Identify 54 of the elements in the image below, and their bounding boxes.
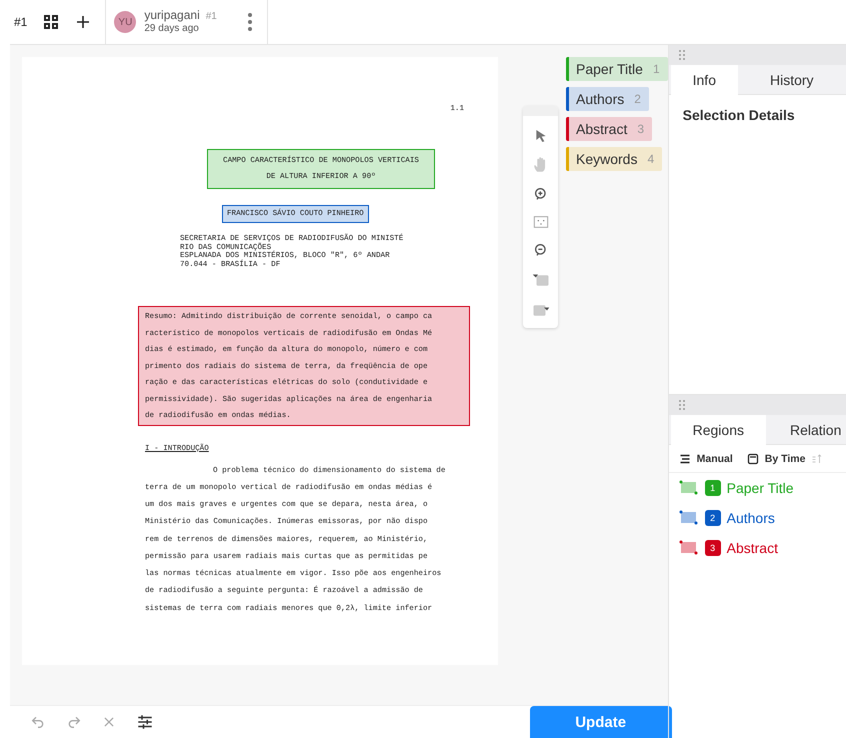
region-label: Paper Title: [726, 480, 794, 496]
region-label: Authors: [726, 510, 775, 526]
close-glyph: [102, 715, 116, 729]
kebab-glyph: [246, 12, 253, 32]
region-item[interactable]: 3 Abstract: [678, 539, 846, 557]
region-number: 1: [704, 480, 721, 496]
zoom-out-icon[interactable]: [532, 242, 548, 258]
section-heading: Selection Details: [682, 107, 796, 123]
list-icon: [678, 452, 691, 464]
label-chip[interactable]: Paper Title 1: [566, 57, 668, 81]
user-avatar: YU: [114, 11, 136, 33]
zoom-in-glyph: [532, 186, 548, 202]
sort-direction-icon: [811, 452, 824, 464]
more-icon[interactable]: [246, 12, 253, 32]
grid-glyph: [43, 14, 60, 30]
undo-icon[interactable]: [30, 714, 46, 730]
region-shape-icon: [678, 510, 699, 526]
calendar-icon: [746, 452, 759, 464]
annotation-time: 29 days ago: [144, 23, 200, 35]
panel-tab[interactable]: Info: [670, 65, 738, 95]
close-icon[interactable]: [102, 715, 116, 729]
sliders-glyph: [136, 713, 154, 731]
drag-handle[interactable]: [523, 106, 558, 116]
panel-handle[interactable]: [668, 45, 846, 65]
panel-tab[interactable]: Regions: [670, 415, 766, 445]
region-label: Abstract: [726, 540, 778, 556]
order-button[interactable]: Manual: [678, 452, 733, 464]
redo-glyph: [66, 714, 82, 730]
label-chip[interactable]: Abstract 3: [566, 117, 652, 141]
annotation-id: #1: [14, 15, 28, 29]
grip-icon: [678, 400, 685, 410]
panel-tab[interactable]: Relation: [766, 415, 846, 445]
plus-icon[interactable]: [75, 14, 92, 30]
zoom-in-icon[interactable]: [532, 186, 548, 202]
settings-icon[interactable]: [136, 713, 154, 731]
grip-icon: [678, 50, 685, 60]
user-name: yuripagani: [144, 8, 200, 22]
region-shape-icon: [678, 480, 699, 496]
region-item[interactable]: 2 Authors: [678, 509, 846, 527]
grid-icon[interactable]: [43, 14, 60, 30]
annotation-number: #1: [206, 11, 217, 22]
sort-button[interactable]: By Time: [746, 452, 824, 464]
region-number: 2: [704, 510, 721, 526]
panel-handle[interactable]: [668, 395, 846, 415]
zoom-out-glyph: [532, 242, 548, 258]
region-shape-icon: [678, 540, 699, 556]
undo-glyph: [30, 714, 46, 730]
label-chip[interactable]: Keywords 4: [566, 147, 662, 171]
plus-glyph: [75, 14, 92, 30]
panel-tab[interactable]: History: [738, 65, 846, 95]
highlighted-region[interactable]: [138, 306, 470, 426]
region-number: 3: [704, 540, 721, 556]
label-chip[interactable]: Authors 2: [566, 87, 649, 111]
redo-icon[interactable]: [66, 714, 82, 730]
